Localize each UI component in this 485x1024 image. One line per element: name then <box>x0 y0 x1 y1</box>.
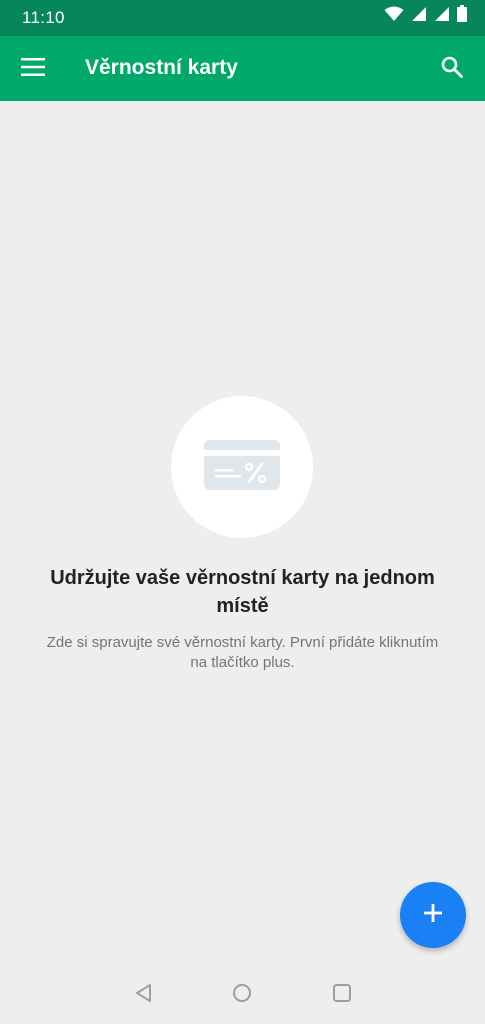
add-card-button[interactable] <box>400 882 466 948</box>
app-bar: Věrnostní karty <box>0 36 485 101</box>
recents-button[interactable] <box>328 981 356 1009</box>
search-button[interactable] <box>433 50 471 88</box>
battery-icon <box>457 5 467 27</box>
signal-icon <box>411 6 427 27</box>
status-icons <box>384 5 467 27</box>
plus-icon <box>423 903 443 928</box>
menu-button[interactable] <box>14 50 52 88</box>
page-title: Věrnostní karty <box>85 56 238 79</box>
signal-roaming-icon <box>434 6 450 27</box>
back-button[interactable] <box>130 981 158 1009</box>
status-bar: 11:10 <box>0 0 485 36</box>
home-button[interactable] <box>228 981 256 1009</box>
status-time: 11:10 <box>22 8 65 27</box>
loyalty-card-discount-icon <box>203 438 281 497</box>
empty-state-subtitle: Zde si spravujte své věrnostní karty. Pr… <box>46 634 439 671</box>
system-nav-bar <box>0 967 485 1024</box>
menu-icon <box>21 57 45 81</box>
back-icon <box>134 983 154 1008</box>
empty-state-illustration <box>171 396 313 538</box>
empty-state-title: Udržujte vaše věrnostní karty na jednom … <box>50 567 435 617</box>
main-content: Udržujte vaše věrnostní karty na jednom … <box>0 101 485 967</box>
wifi-icon <box>384 6 404 27</box>
home-icon <box>232 983 252 1008</box>
search-icon <box>441 56 463 83</box>
recents-icon <box>332 983 352 1008</box>
